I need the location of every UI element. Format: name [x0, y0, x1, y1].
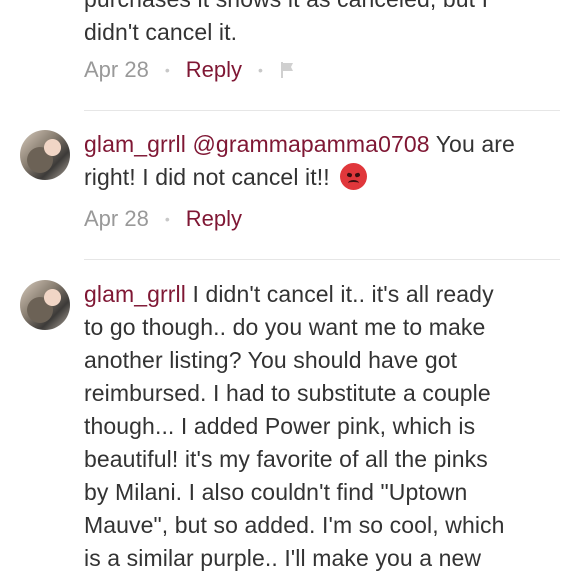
comment-text-line: purchases it shows it as canceled, but I: [84, 0, 564, 16]
comment-meta: Apr 28 • Reply •: [84, 55, 297, 85]
comment-text-line: beautiful! it's my favorite of all the p…: [84, 446, 488, 472]
comment-text-line: another listing? You should have got: [84, 347, 458, 373]
mention-link[interactable]: @grammapamma0708: [192, 131, 429, 157]
separator-dot: •: [164, 211, 170, 227]
comment-text: purchases it shows it as canceled, but I…: [84, 0, 564, 49]
comment-text-line: though... I added Power pink, which is: [84, 413, 476, 439]
comment-text-line: to go though.. do you want me to make: [84, 314, 486, 340]
comment-date: Apr 28: [84, 206, 149, 231]
avatar[interactable]: [20, 130, 70, 180]
comment-divider: [84, 110, 560, 111]
comment-text-line: Mauve", but so added. I'm so cool, which: [84, 512, 505, 538]
avatar[interactable]: [20, 280, 70, 330]
username-link[interactable]: glam_grrll: [84, 281, 186, 307]
comment-text-line: didn't cancel it.: [84, 19, 238, 45]
comment-text-span: right! I did not cancel it!!: [84, 164, 330, 190]
reply-button[interactable]: Reply: [186, 57, 242, 83]
comment-text-line: is a similar purple.. I'll make you a ne…: [84, 545, 482, 571]
separator-dot: •: [257, 62, 263, 78]
username-link[interactable]: glam_grrll: [84, 131, 186, 157]
comment-text-line: reimbursed. I had to substitute a couple: [84, 380, 491, 406]
comment-text-line: by Milani. I also couldn't find "Uptown: [84, 479, 468, 505]
comment-text: glam_grrll @grammapamma0708 You are righ…: [84, 128, 564, 194]
comment-meta: Apr 28 • Reply: [84, 204, 242, 234]
comment-text: glam_grrll I didn't cancel it.. it's all…: [84, 278, 564, 575]
flag-icon[interactable]: [279, 61, 297, 79]
comment-text-span: I didn't cancel it.. it's all ready: [185, 281, 494, 307]
comment-date: Apr 28: [84, 57, 149, 82]
reply-button[interactable]: Reply: [186, 206, 242, 232]
separator-dot: •: [164, 62, 170, 78]
comment-divider: [84, 259, 560, 260]
comment-text-span: You are: [429, 131, 515, 157]
angry-face-emoji-icon: [340, 163, 368, 190]
